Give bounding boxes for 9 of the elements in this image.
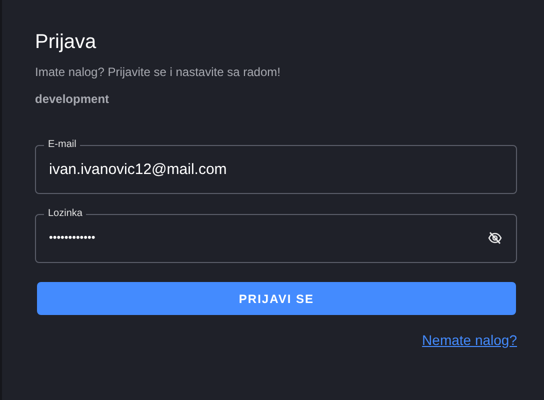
email-field[interactable]: E-mail ivan.ivanovic12@mail.com [35,139,517,194]
subtitle-text: Imate nalog? Prijavite se i nastavite sa radom! [35,65,282,79]
register-link[interactable]: Nemate nalog? [422,332,517,348]
page-title: Prijava [35,30,98,54]
field-label: Lozinka [47,208,84,220]
password-field[interactable]: Lozinka •••••••••••• [35,208,517,263]
environment-label: development [35,92,110,106]
eye-slash-icon[interactable] [488,232,502,244]
field-label: E-mail [47,139,78,151]
